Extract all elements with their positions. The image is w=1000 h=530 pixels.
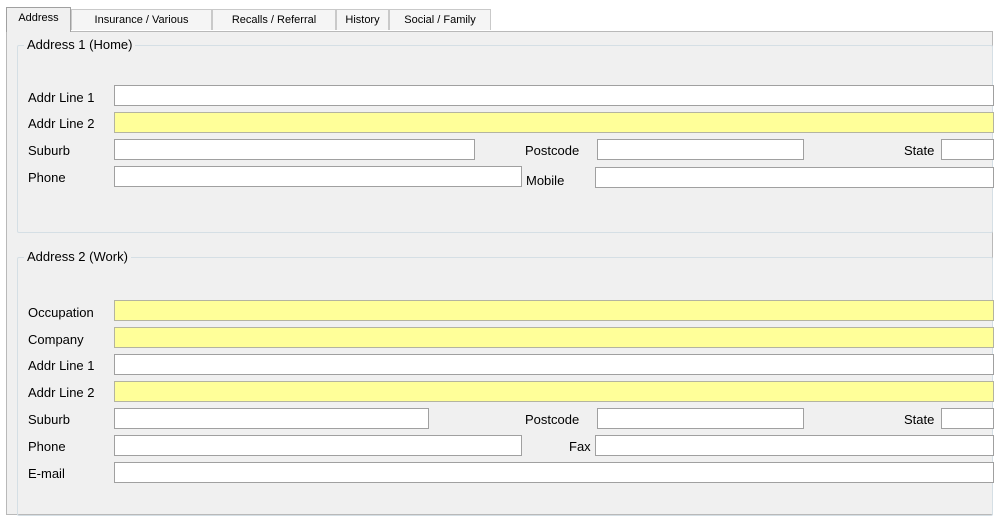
work-email-field[interactable] [114,462,994,483]
address-tab-panel: Address 1 (Home) Addr Line 1 Addr Line 2… [6,31,994,516]
tab-strip: Address Insurance / Various Recalls / Re… [6,7,993,32]
tab-address[interactable]: Address [6,7,71,32]
work-phone-label: Phone [28,439,66,454]
work-addr2-label: Addr Line 2 [28,385,95,400]
home-postcode-label: Postcode [525,143,580,158]
work-occupation-field[interactable] [114,300,994,321]
work-addr1-field[interactable] [114,354,994,375]
home-address-group: Address 1 (Home) Addr Line 1 Addr Line 2… [17,37,994,233]
home-address-legend: Address 1 (Home) [24,37,136,53]
work-phone-field[interactable] [114,435,522,456]
home-mobile-field[interactable] [595,167,994,188]
home-phone-field[interactable] [114,166,522,187]
work-addr1-label: Addr Line 1 [28,358,95,373]
home-suburb-field[interactable] [114,139,475,160]
work-suburb-label: Suburb [28,412,70,427]
work-fax-label: Fax [569,439,591,454]
tab-recalls-referral[interactable]: Recalls / Referral [212,9,336,30]
work-company-field[interactable] [114,327,994,348]
home-addr1-field[interactable] [114,85,994,106]
work-address-legend: Address 2 (Work) [24,249,131,265]
home-addr1-label: Addr Line 1 [28,90,95,105]
home-suburb-label: Suburb [28,143,70,158]
work-occupation-label: Occupation [28,305,94,320]
home-mobile-label: Mobile [526,173,565,188]
work-addr2-field[interactable] [114,381,994,402]
tab-history[interactable]: History [336,9,389,30]
home-phone-label: Phone [28,170,66,185]
work-email-label: E-mail [28,466,65,481]
work-suburb-field[interactable] [114,408,429,429]
home-state-label: State [904,143,935,158]
home-addr2-label: Addr Line 2 [28,116,95,131]
home-state-field[interactable] [941,139,994,160]
tab-insurance-various[interactable]: Insurance / Various [71,9,212,30]
work-address-group: Address 2 (Work) Occupation Company Addr… [17,249,994,516]
work-state-label: State [904,412,935,427]
tab-social-family[interactable]: Social / Family [389,9,491,30]
home-postcode-field[interactable] [597,139,804,160]
work-state-field[interactable] [941,408,994,429]
work-postcode-label: Postcode [525,412,580,427]
home-addr2-field[interactable] [114,112,994,133]
work-postcode-field[interactable] [597,408,804,429]
work-fax-field[interactable] [595,435,994,456]
work-company-label: Company [28,332,84,347]
